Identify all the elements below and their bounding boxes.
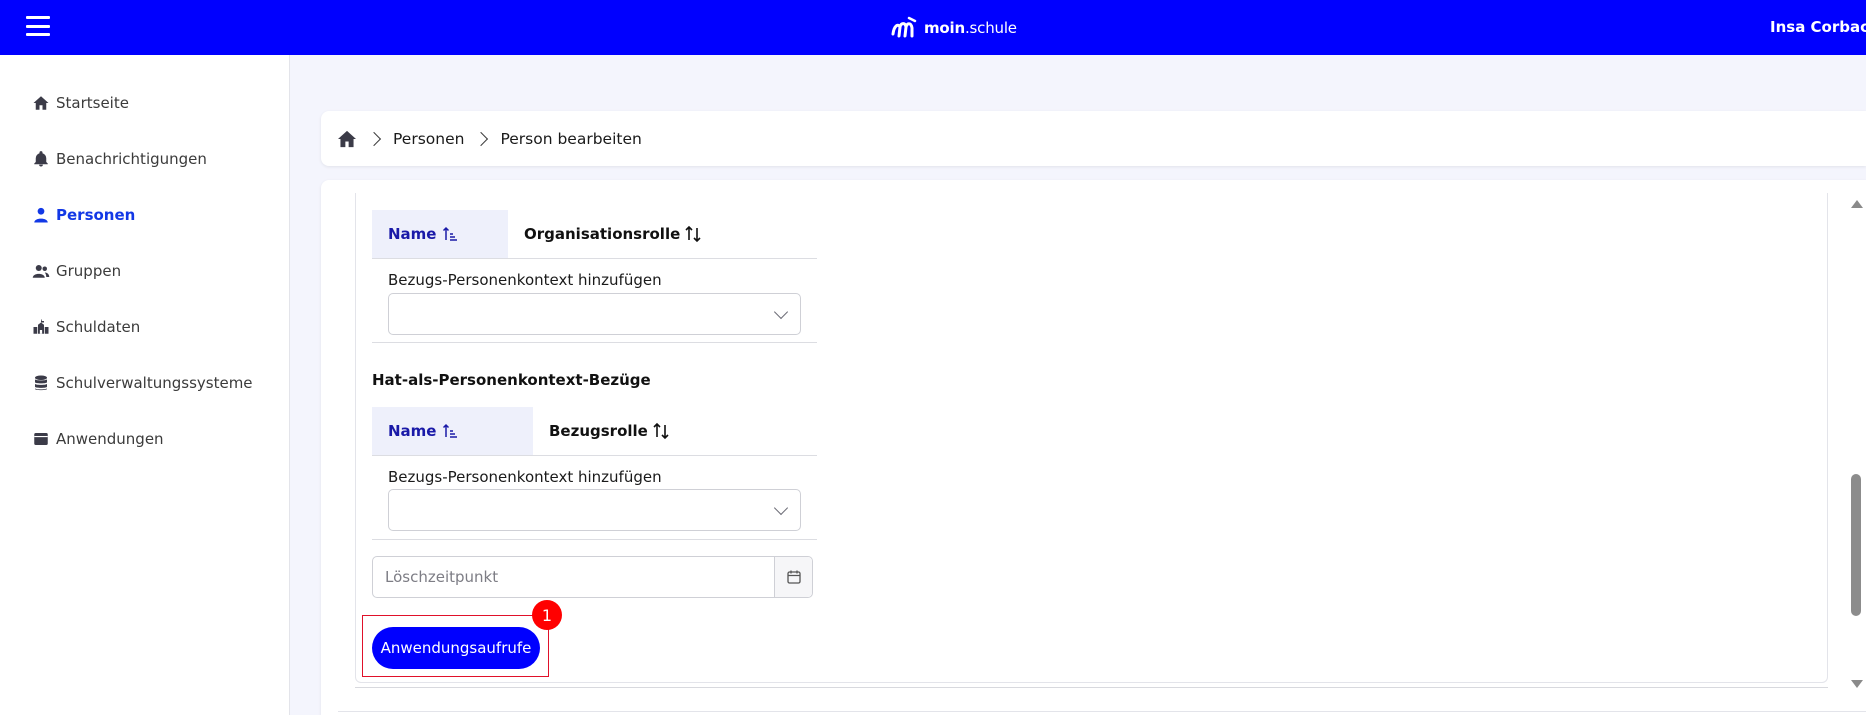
database-icon bbox=[35, 375, 47, 391]
deletion-date-input[interactable] bbox=[373, 557, 775, 597]
sidebar-item-label: Anwendungen bbox=[56, 430, 164, 448]
header-label: Bezugsrolle bbox=[549, 422, 648, 440]
sidebar: Startseite Benachrichtigungen Personen G… bbox=[0, 55, 290, 715]
bell-icon bbox=[34, 151, 48, 167]
section-title: Hat-als-Personenkontext-Bezüge bbox=[372, 371, 651, 389]
divider bbox=[372, 455, 817, 456]
scroll-up-arrow[interactable] bbox=[1851, 200, 1863, 208]
add-context-label: Bezugs-Personenkontext hinzufügen bbox=[388, 468, 662, 486]
table2-header-name[interactable]: Name bbox=[372, 407, 533, 455]
chevron-down-icon bbox=[773, 500, 789, 516]
person-icon bbox=[34, 207, 48, 223]
sort-icon bbox=[685, 225, 701, 243]
calendar-button[interactable] bbox=[774, 557, 812, 597]
sidebar-item-label: Schuldaten bbox=[56, 318, 141, 336]
scroll-thumb[interactable] bbox=[1851, 474, 1861, 616]
calendar-icon bbox=[786, 570, 801, 584]
header-label: Name bbox=[388, 225, 437, 243]
scroll-down-arrow[interactable] bbox=[1851, 680, 1863, 688]
sort-ascending-icon bbox=[443, 226, 458, 241]
divider bbox=[372, 539, 817, 540]
sidebar-item-schuldaten[interactable]: Schuldaten bbox=[32, 312, 140, 342]
sidebar-item-label: Personen bbox=[56, 206, 136, 224]
divider bbox=[338, 711, 1866, 712]
breadcrumb-personen[interactable]: Personen bbox=[393, 130, 464, 148]
breadcrumb: Personen Person bearbeiten bbox=[321, 111, 1866, 166]
header-label: Organisationsrolle bbox=[524, 225, 681, 243]
step-badge: 1 bbox=[532, 600, 562, 630]
sidebar-item-label: Schulverwaltungssysteme bbox=[56, 374, 253, 392]
divider bbox=[372, 258, 817, 259]
divider bbox=[355, 687, 1828, 688]
add-context-label: Bezugs-Personenkontext hinzufügen bbox=[388, 271, 662, 289]
add-context-select[interactable] bbox=[388, 293, 801, 335]
deletion-date-group bbox=[372, 556, 813, 598]
menu-icon[interactable] bbox=[26, 16, 50, 36]
school-icon bbox=[33, 319, 49, 334]
sidebar-item-anwendungen[interactable]: Anwendungen bbox=[32, 424, 164, 454]
table1-header-name[interactable]: Name bbox=[372, 210, 508, 258]
table2-header-bezugsrolle[interactable]: Bezugsrolle bbox=[549, 407, 670, 455]
scrollbar[interactable] bbox=[1848, 196, 1864, 688]
chevron-right-icon bbox=[366, 131, 382, 146]
chevron-right-icon bbox=[474, 131, 489, 146]
sidebar-item-benachrichtigungen[interactable]: Benachrichtigungen bbox=[32, 144, 207, 174]
sidebar-item-label: Benachrichtigungen bbox=[56, 150, 207, 168]
sidebar-item-startseite[interactable]: Startseite bbox=[32, 88, 129, 118]
table1-header-organisationsrolle[interactable]: Organisationsrolle bbox=[524, 210, 702, 258]
divider bbox=[372, 342, 817, 343]
sort-icon bbox=[653, 422, 669, 440]
sidebar-item-personen[interactable]: Personen bbox=[32, 200, 135, 230]
header-label: Name bbox=[388, 422, 437, 440]
home-icon bbox=[338, 130, 356, 147]
logo-icon bbox=[891, 16, 917, 38]
top-bar: moin.schule Insa Corbach bbox=[0, 0, 1866, 55]
group-icon bbox=[32, 265, 50, 278]
user-name[interactable]: Insa Corbach bbox=[1770, 18, 1866, 36]
logo[interactable]: moin.schule bbox=[890, 13, 1017, 43]
breadcrumb-home[interactable] bbox=[337, 130, 357, 148]
sidebar-item-schulverwaltungssysteme[interactable]: Schulverwaltungssysteme bbox=[32, 368, 253, 398]
sidebar-item-label: Gruppen bbox=[56, 262, 122, 280]
logo-text: moin.schule bbox=[924, 19, 1017, 37]
sort-ascending-icon bbox=[443, 423, 458, 438]
app-icon bbox=[34, 433, 48, 445]
anwendungsaufrufe-button[interactable]: Anwendungsaufrufe bbox=[372, 627, 540, 669]
sidebar-item-gruppen[interactable]: Gruppen bbox=[32, 256, 121, 286]
chevron-down-icon bbox=[773, 304, 789, 320]
sidebar-item-label: Startseite bbox=[56, 94, 129, 112]
add-context-select[interactable] bbox=[388, 489, 801, 531]
breadcrumb-current: Person bearbeiten bbox=[500, 129, 642, 148]
home-icon bbox=[33, 96, 49, 110]
